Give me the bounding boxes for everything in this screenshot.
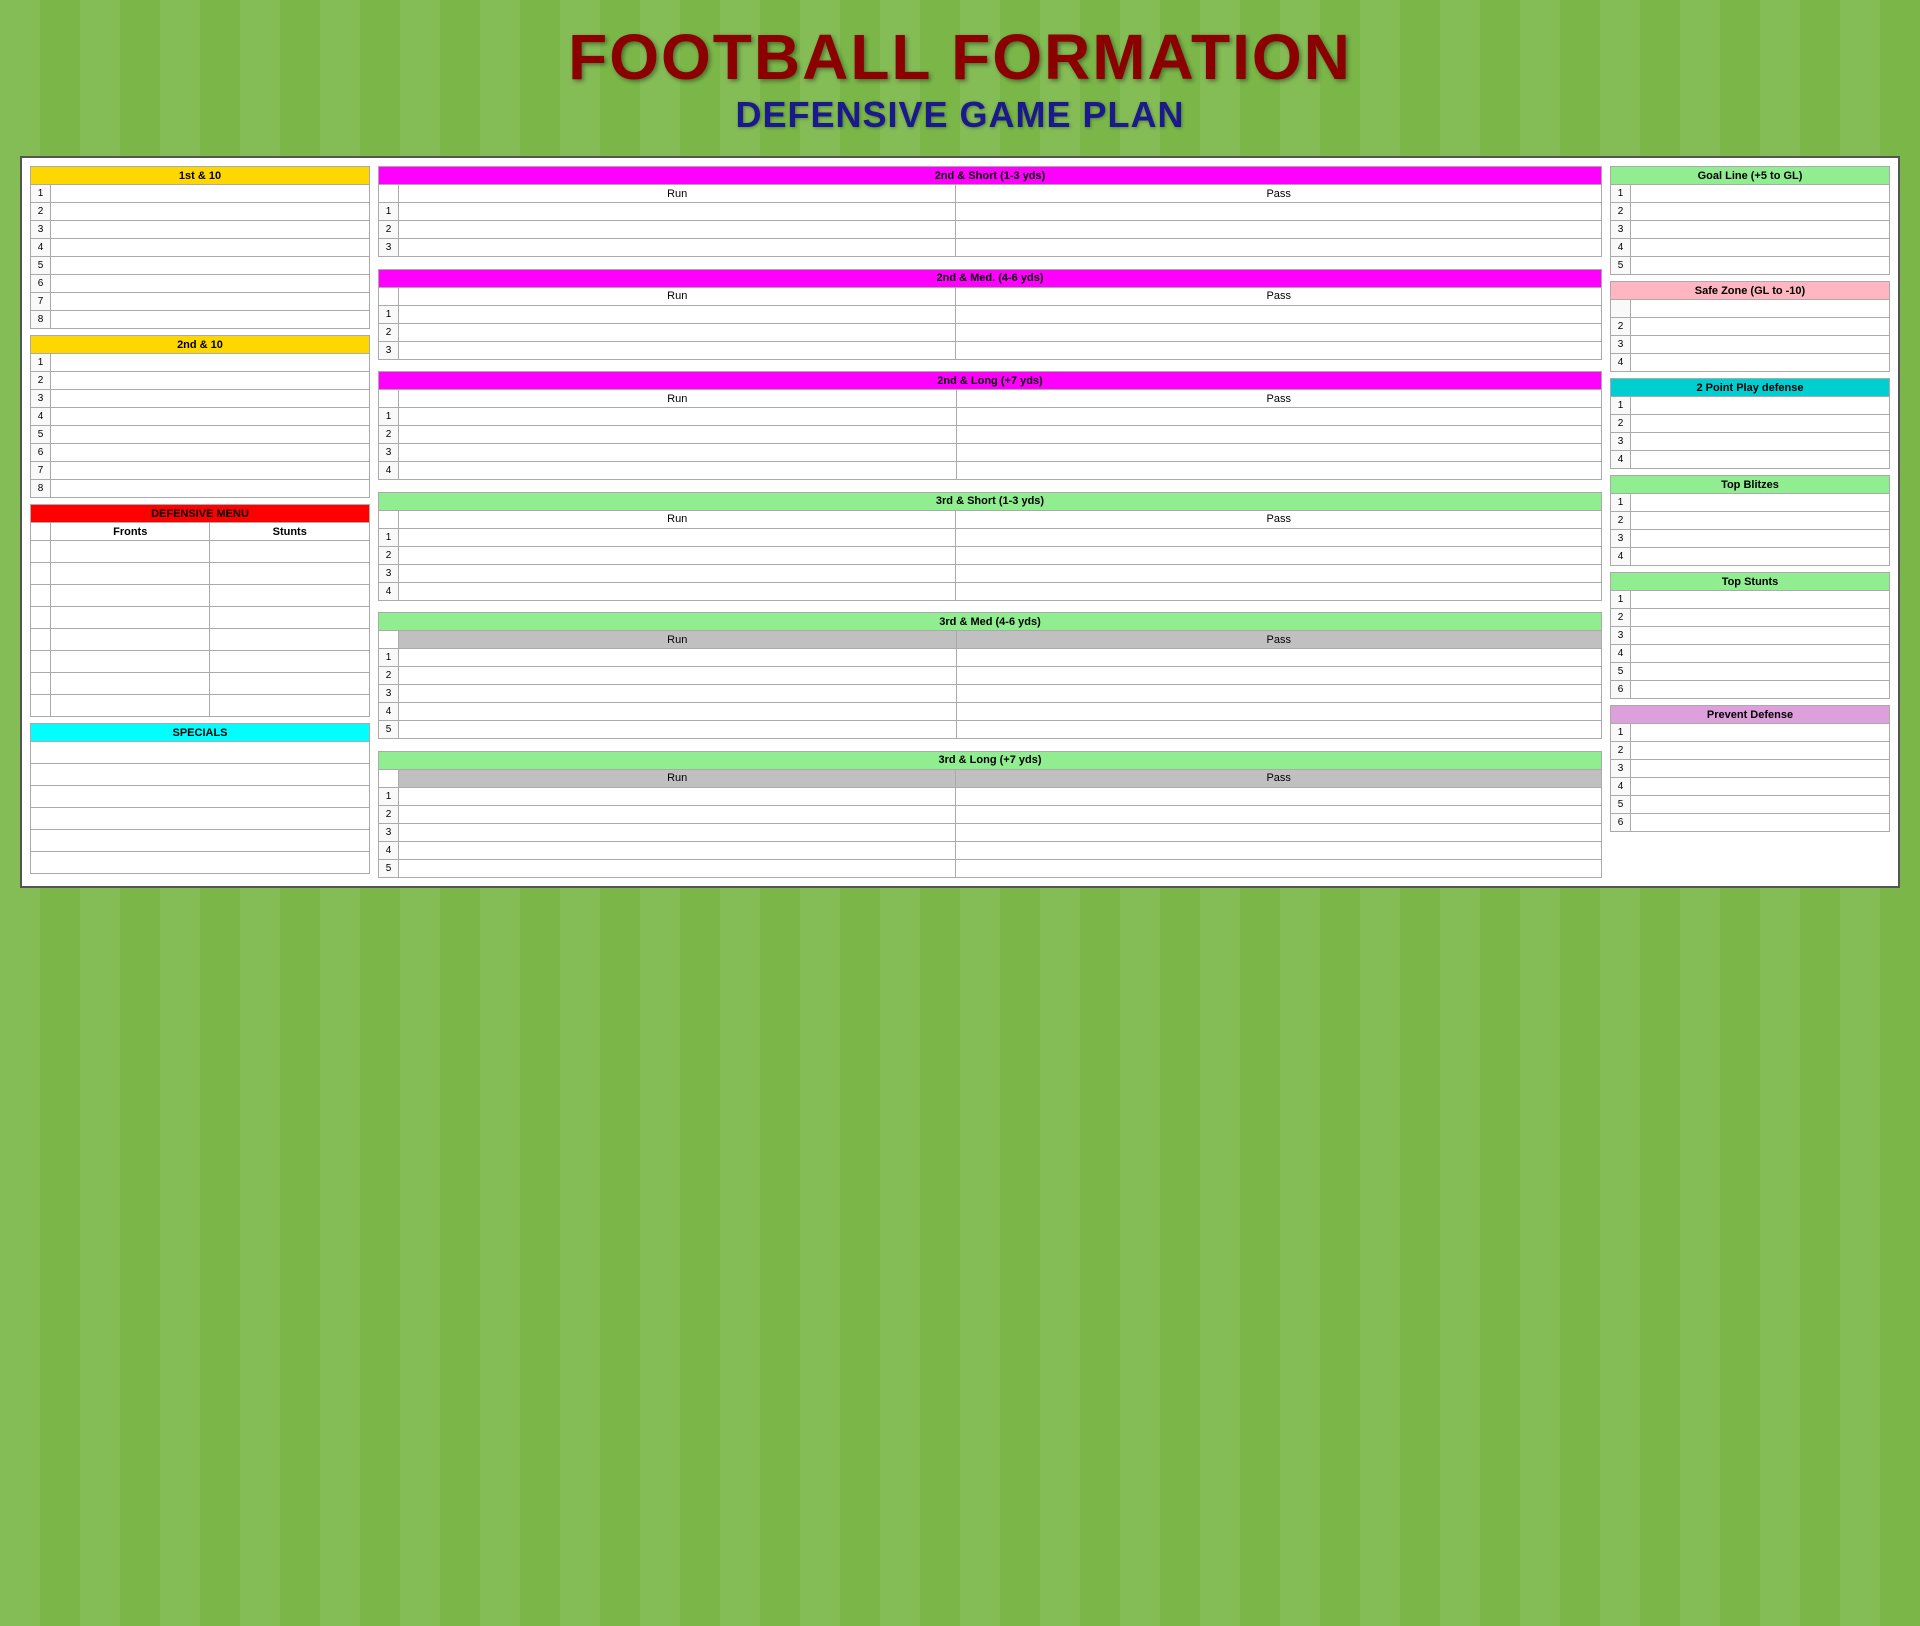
goal-line-table: Goal Line (+5 to GL) 1 2 3 4 5	[1610, 166, 1890, 275]
safe-zone-table: Safe Zone (GL to -10) 2 3 4	[1610, 281, 1890, 372]
main-title: FOOTBALL FORMATION	[20, 20, 1900, 94]
top-blitzes-table: Top Blitzes 1 2 3 4	[1610, 475, 1890, 566]
second-10-header: 2nd & 10	[31, 336, 370, 354]
first-10-header: 1st & 10	[31, 167, 370, 185]
page-title: FOOTBALL FORMATION DEFENSIVE GAME PLAN	[20, 20, 1900, 136]
second-short-table: 2nd & Short (1-3 yds) Run Pass 1 2 3	[378, 166, 1602, 263]
main-content: 1st & 10 1 2 3 4 5 6 7 8 2nd & 10 1 2 3 …	[20, 156, 1900, 888]
second-10-table: 2nd & 10 1 2 3 4 5 6 7 8	[30, 335, 370, 498]
right-column: Goal Line (+5 to GL) 1 2 3 4 5 Safe Zone…	[1610, 166, 1890, 878]
sub-title: DEFENSIVE GAME PLAN	[20, 94, 1900, 136]
stunts-label: Stunts	[210, 523, 370, 541]
middle-column: 2nd & Short (1-3 yds) Run Pass 1 2 3 2nd…	[378, 166, 1602, 878]
defensive-menu-table: DEFENSIVE MENU Fronts Stunts	[30, 504, 370, 717]
fronts-label: Fronts	[51, 523, 210, 541]
top-stunts-table: Top Stunts 1 2 3 4 5 6	[1610, 572, 1890, 699]
left-column: 1st & 10 1 2 3 4 5 6 7 8 2nd & 10 1 2 3 …	[30, 166, 370, 878]
def-menu-header: DEFENSIVE MENU	[31, 505, 370, 523]
third-long-table: 3rd & Long (+7 yds) Run Pass 1 2 3 4 5	[378, 751, 1602, 878]
two-point-table: 2 Point Play defense 1 2 3 4	[1610, 378, 1890, 469]
specials-table: SPECIALS	[30, 723, 370, 874]
third-short-table: 3rd & Short (1-3 yds) Run Pass 1 2 3 4	[378, 492, 1602, 607]
second-med-table: 2nd & Med. (4-6 yds) Run Pass 1 2 3	[378, 269, 1602, 366]
third-med-table: 3rd & Med (4-6 yds) Run Pass 1 2 3 4 5	[378, 612, 1602, 745]
prevent-defense-table: Prevent Defense 1 2 3 4 5 6	[1610, 705, 1890, 832]
second-long-table: 2nd & Long (+7 yds) Run Pass 1 2 3 4	[378, 371, 1602, 486]
specials-header: SPECIALS	[31, 724, 370, 742]
first-10-table: 1st & 10 1 2 3 4 5 6 7 8	[30, 166, 370, 329]
